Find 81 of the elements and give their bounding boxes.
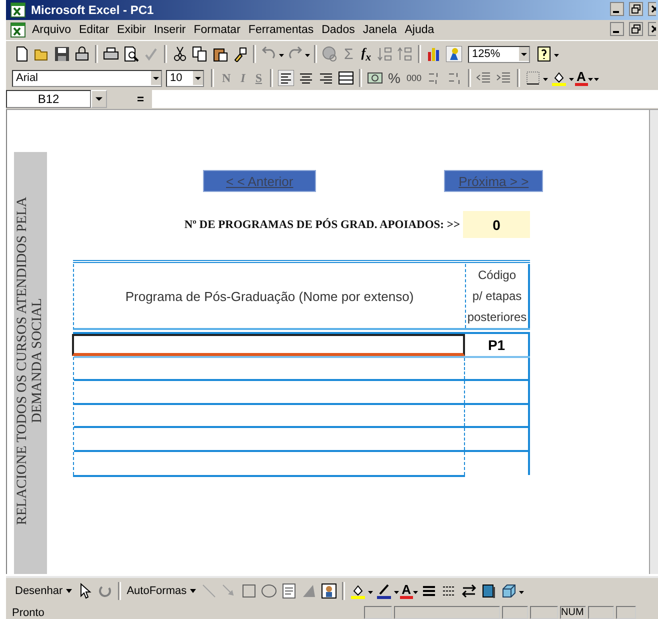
- save-icon[interactable]: [54, 46, 70, 62]
- clip-art-icon[interactable]: [320, 583, 337, 599]
- arrow-style-icon[interactable]: [461, 583, 478, 599]
- caret-icon: [190, 588, 196, 594]
- window-minimize-icon[interactable]: [610, 2, 624, 18]
- menu-item[interactable]: Inserir: [150, 23, 190, 37]
- name-cell[interactable]: [72, 334, 465, 356]
- table-row[interactable]: P1: [74, 334, 530, 358]
- menu-item[interactable]: Formatar: [190, 23, 244, 37]
- code-cell: P1: [465, 334, 530, 356]
- oval-icon[interactable]: [260, 583, 277, 599]
- copy-icon[interactable]: [192, 46, 208, 62]
- caret-icon: [519, 47, 530, 61]
- column-header: Código p/ etapas posteriores: [466, 264, 530, 328]
- draw-menu[interactable]: Desenhar: [12, 585, 75, 597]
- shadow-icon[interactable]: [481, 583, 498, 599]
- percent-button[interactable]: %: [385, 70, 404, 86]
- menu-item[interactable]: Janela: [358, 23, 401, 37]
- workbook-restore-icon[interactable]: [629, 22, 643, 38]
- caret-icon[interactable]: [91, 90, 107, 108]
- new-document-icon[interactable]: [14, 46, 30, 62]
- column-header: Programa de Pós-Graduação (Nome por extenso): [74, 264, 466, 328]
- paste-icon[interactable]: [212, 46, 228, 62]
- side-instruction: RELACIONE TODOS OS CURSOS ATENDIDOS PELA DEMANDA SOCIAL: [14, 196, 46, 528]
- print-icon[interactable]: [103, 46, 119, 62]
- caret-icon: [193, 71, 203, 85]
- autoshapes-menu[interactable]: AutoFormas: [124, 585, 199, 597]
- 3d-box-icon[interactable]: [501, 583, 518, 599]
- menu-item[interactable]: Ferramentas: [244, 23, 318, 37]
- close-icon[interactable]: [648, 22, 656, 38]
- zoom-dropdown[interactable]: 125%: [468, 46, 530, 62]
- globe-link-icon[interactable]: [322, 46, 338, 62]
- workbook-minimize-icon[interactable]: [610, 22, 624, 38]
- formula-field[interactable]: [152, 90, 658, 108]
- excel-icon[interactable]: [10, 2, 26, 18]
- fill-color-icon[interactable]: [550, 70, 567, 86]
- scissors-icon[interactable]: [172, 46, 188, 62]
- window-restore-icon[interactable]: [629, 2, 643, 18]
- sort-ascending-icon[interactable]: [377, 46, 394, 62]
- rectangle-icon[interactable]: [240, 583, 257, 599]
- print-preview-icon[interactable]: [123, 46, 139, 62]
- function-button[interactable]: f$_{x}$: [357, 44, 376, 64]
- line-style-icon[interactable]: [421, 583, 438, 599]
- table-row[interactable]: [74, 404, 530, 428]
- table-row[interactable]: [74, 428, 530, 452]
- workbook-icon[interactable]: [10, 22, 26, 38]
- menu-item[interactable]: Arquivo: [28, 23, 75, 37]
- menu-item[interactable]: Dados: [318, 23, 359, 37]
- lock-printer-icon[interactable]: [74, 46, 90, 62]
- spelling-check-icon[interactable]: [143, 46, 159, 62]
- fill-color-icon[interactable]: [350, 583, 366, 599]
- thousands-button[interactable]: 000: [403, 73, 425, 83]
- text-box-icon[interactable]: [280, 583, 297, 599]
- menu-item[interactable]: Exibir: [113, 23, 150, 37]
- menu-item[interactable]: Editar: [75, 23, 114, 37]
- close-icon[interactable]: [648, 2, 656, 18]
- sort-descending-icon[interactable]: [397, 46, 414, 62]
- table-row[interactable]: [74, 358, 530, 381]
- line-color-icon[interactable]: [376, 583, 392, 599]
- paintbrush-icon[interactable]: [232, 46, 248, 62]
- window-title: Microsoft Excel - PC1: [31, 3, 154, 17]
- currency-icon[interactable]: [367, 70, 384, 86]
- borders-icon[interactable]: [524, 70, 541, 86]
- table-row[interactable]: [74, 381, 530, 404]
- menu-item[interactable]: Ajuda: [400, 23, 438, 37]
- font-color-button[interactable]: A: [574, 70, 588, 86]
- align-left-icon[interactable]: [278, 70, 294, 86]
- help-icon[interactable]: [536, 46, 552, 62]
- caret-icon: [151, 71, 161, 85]
- font-size-dropdown[interactable]: 10: [166, 70, 204, 86]
- merge-center-icon[interactable]: [338, 70, 354, 86]
- vertical-scrollbar[interactable]: [649, 110, 658, 574]
- caret-icon: [66, 588, 72, 594]
- counter-label: Nº DE PROGRAMAS DE PÓS GRAD. APOIADOS: >>: [183, 218, 461, 230]
- num-lock-indicator: NUM: [560, 606, 586, 619]
- drawing-tools-icon[interactable]: [446, 46, 462, 62]
- status-text: Pronto: [11, 607, 46, 619]
- font-dropdown[interactable]: Arial: [12, 70, 162, 86]
- name-box[interactable]: B12: [6, 90, 91, 108]
- formula-equals-button[interactable]: =: [107, 92, 152, 106]
- counter-value: 0: [463, 211, 530, 238]
